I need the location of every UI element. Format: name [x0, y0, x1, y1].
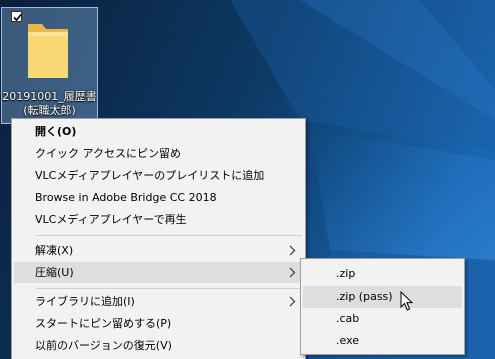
folder-icon — [28, 24, 68, 78]
menu-separator — [36, 288, 302, 289]
menu-item-pin-quick-access[interactable]: クイック アクセスにピン留め — [14, 143, 303, 164]
selection-checkbox[interactable] — [11, 11, 22, 22]
menu-item-label: VLCメディアプレイヤーで再生 — [35, 213, 187, 226]
submenu-item-label: .cab — [336, 312, 360, 325]
submenu-item-label: .zip — [336, 267, 356, 280]
menu-item-restore-previous-versions[interactable]: 以前のバージョンの復元(V) — [14, 335, 303, 356]
menu-item-extract[interactable]: 解凍(X) — [14, 240, 303, 261]
chevron-right-icon — [289, 245, 296, 256]
menu-item-label: ライブラリに追加(I) — [35, 295, 135, 308]
menu-item-add-to-library[interactable]: ライブラリに追加(I) — [14, 291, 303, 312]
menu-item-vlc-add-playlist[interactable]: VLCメディアプレイヤーのプレイリストに追加 — [14, 165, 303, 186]
mouse-pointer-icon — [400, 291, 414, 311]
menu-item-label: 開く(O) — [35, 125, 77, 138]
chevron-right-icon — [289, 296, 296, 307]
submenu-item-label: .zip (pass) — [336, 290, 393, 303]
menu-item-label: 解凍(X) — [35, 244, 74, 257]
menu-item-label: スタートにピン留めする(P) — [35, 317, 172, 330]
desktop-folder-item[interactable]: 20191001_履歴書 (転職太郎) — [1, 7, 98, 124]
menu-item-open[interactable]: 開く(O) — [14, 121, 303, 142]
menu-item-label: クイック アクセスにピン留め — [35, 147, 181, 160]
menu-item-compress[interactable]: 圧縮(U) — [14, 262, 303, 283]
menu-item-browse-adobe-bridge[interactable]: Browse in Adobe Bridge CC 2018 — [14, 187, 303, 208]
folder-name-line1: 20191001_履歴書 — [2, 90, 97, 103]
submenu-item-exe[interactable]: .exe — [303, 330, 462, 352]
folder-name-line2: (転職太郎) — [23, 104, 76, 117]
menu-item-pin-to-start[interactable]: スタートにピン留めする(P) — [14, 313, 303, 334]
folder-name-label: 20191001_履歴書 (転職太郎) — [2, 90, 97, 118]
menu-item-label: 圧縮(U) — [35, 266, 74, 279]
submenu-item-cab[interactable]: .cab — [303, 308, 462, 330]
submenu-item-zip-pass[interactable]: .zip (pass) — [303, 286, 462, 308]
submenu-item-label: .exe — [336, 334, 360, 347]
menu-item-label: VLCメディアプレイヤーのプレイリストに追加 — [35, 169, 265, 182]
compress-submenu: .zip .zip (pass) .cab .exe — [300, 258, 465, 355]
desktop: 20191001_履歴書 (転職太郎) 開く(O) クイック アクセスにピン留め… — [0, 0, 495, 359]
context-menu: 開く(O) クイック アクセスにピン留め VLCメディアプレイヤーのプレイリスト… — [11, 118, 306, 359]
menu-item-vlc-play[interactable]: VLCメディアプレイヤーで再生 — [14, 209, 303, 230]
menu-separator — [36, 235, 302, 236]
menu-item-label: 以前のバージョンの復元(V) — [35, 339, 172, 352]
submenu-item-zip[interactable]: .zip — [303, 263, 462, 285]
menu-item-label: Browse in Adobe Bridge CC 2018 — [35, 191, 217, 204]
chevron-right-icon — [289, 267, 296, 278]
